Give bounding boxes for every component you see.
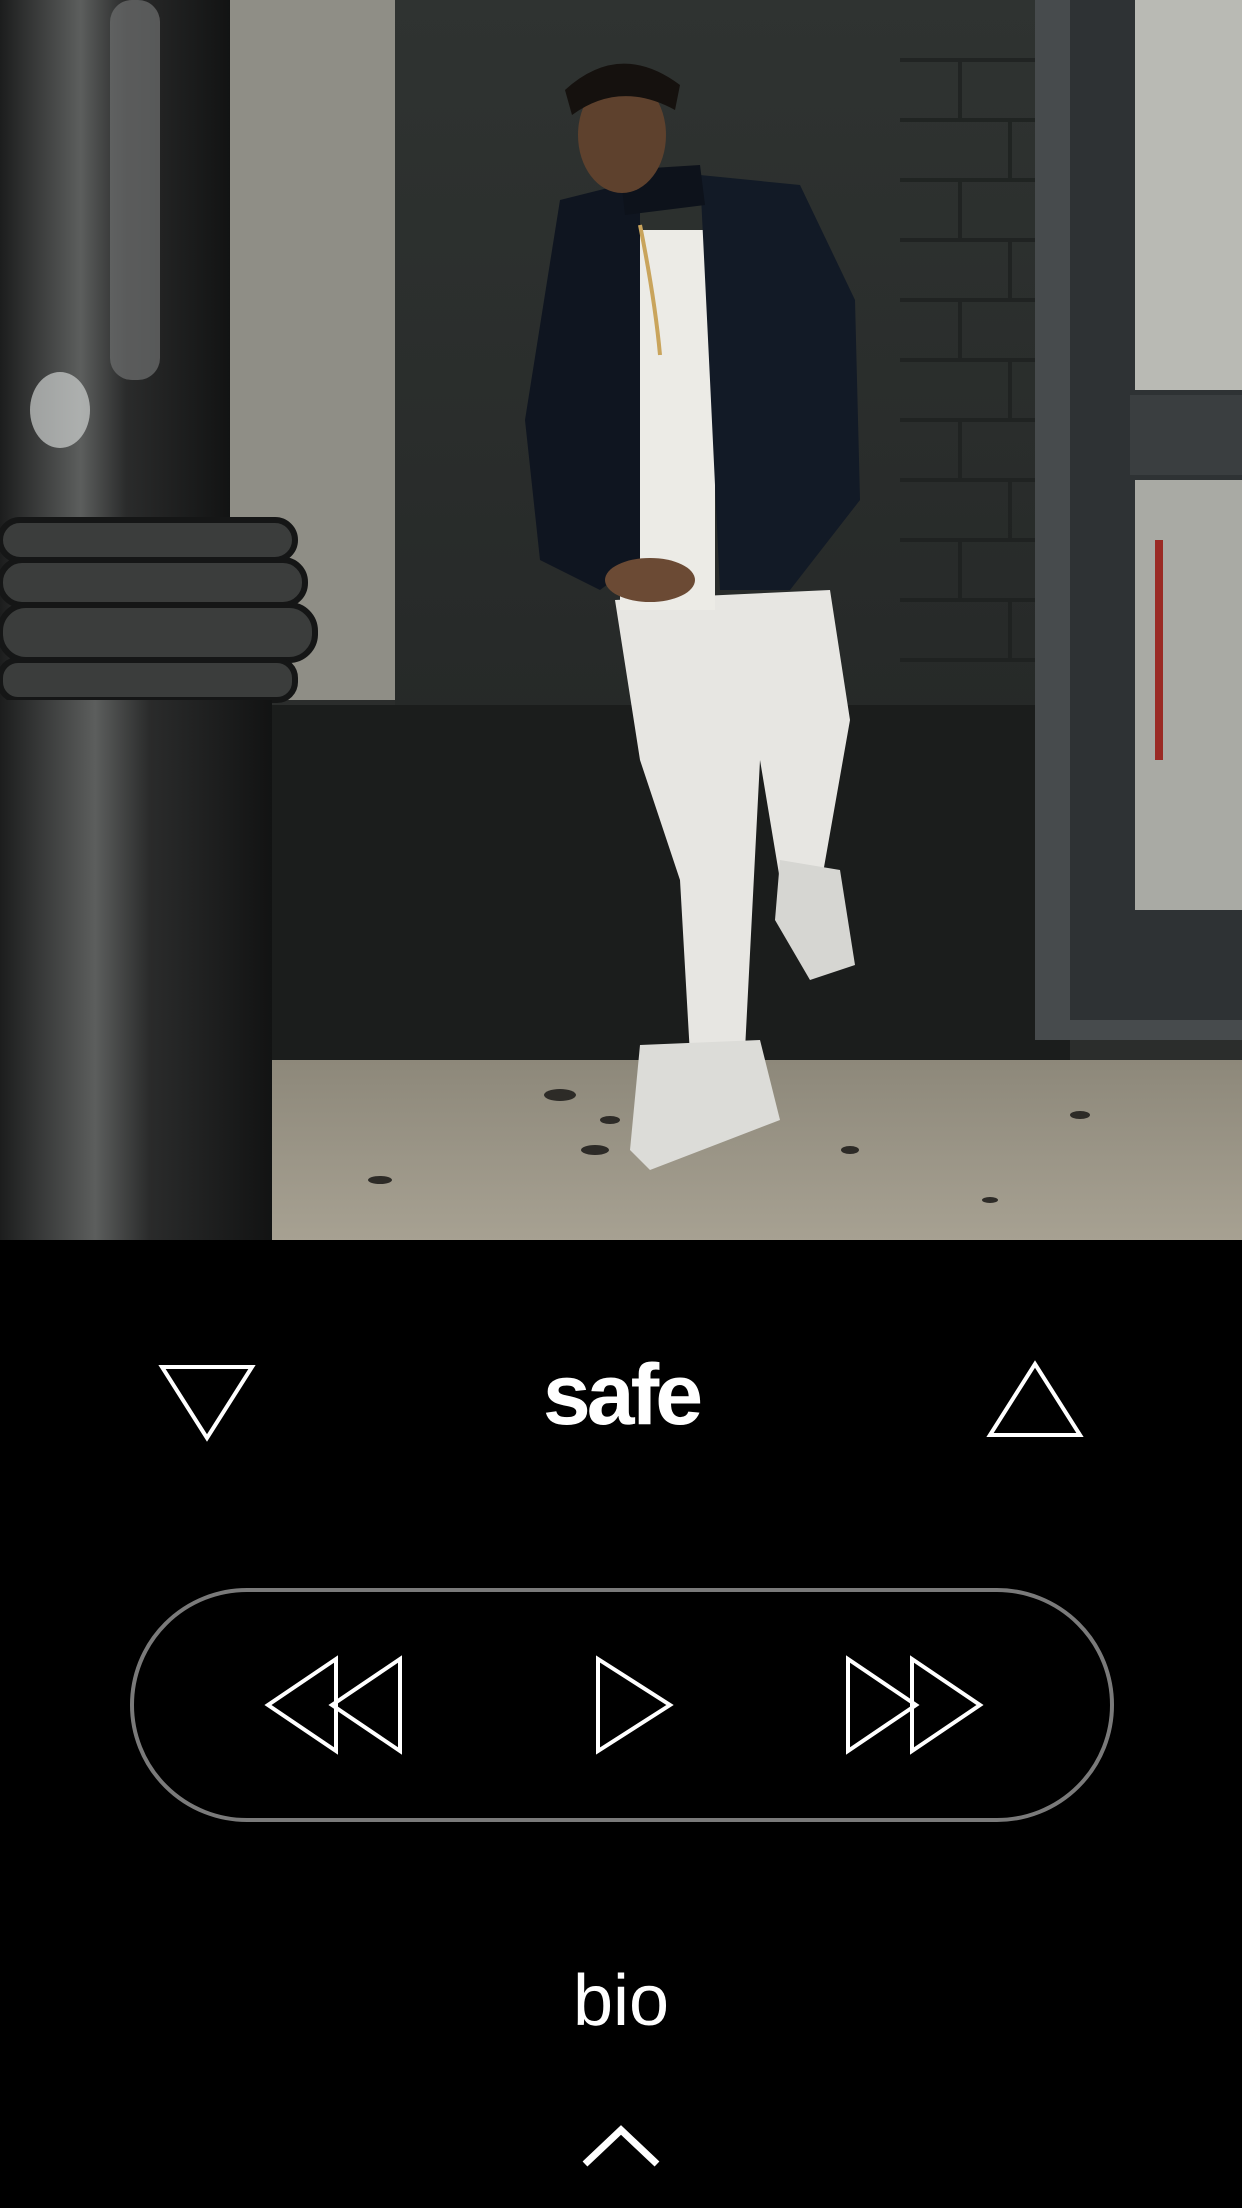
rewind-icon[interactable] <box>264 1655 404 1755</box>
bio-link[interactable]: bio <box>0 1956 1242 2046</box>
triangle-up-icon[interactable] <box>980 1340 1090 1450</box>
artist-photo <box>0 0 1242 1240</box>
track-title-row: safe <box>0 1340 1242 1460</box>
artist-photo-illustration <box>0 0 1242 1240</box>
fast-forward-icon[interactable] <box>844 1655 984 1755</box>
transport-controls <box>130 1588 1114 1822</box>
chevron-up-icon[interactable] <box>580 2120 662 2170</box>
play-icon[interactable] <box>594 1655 674 1755</box>
